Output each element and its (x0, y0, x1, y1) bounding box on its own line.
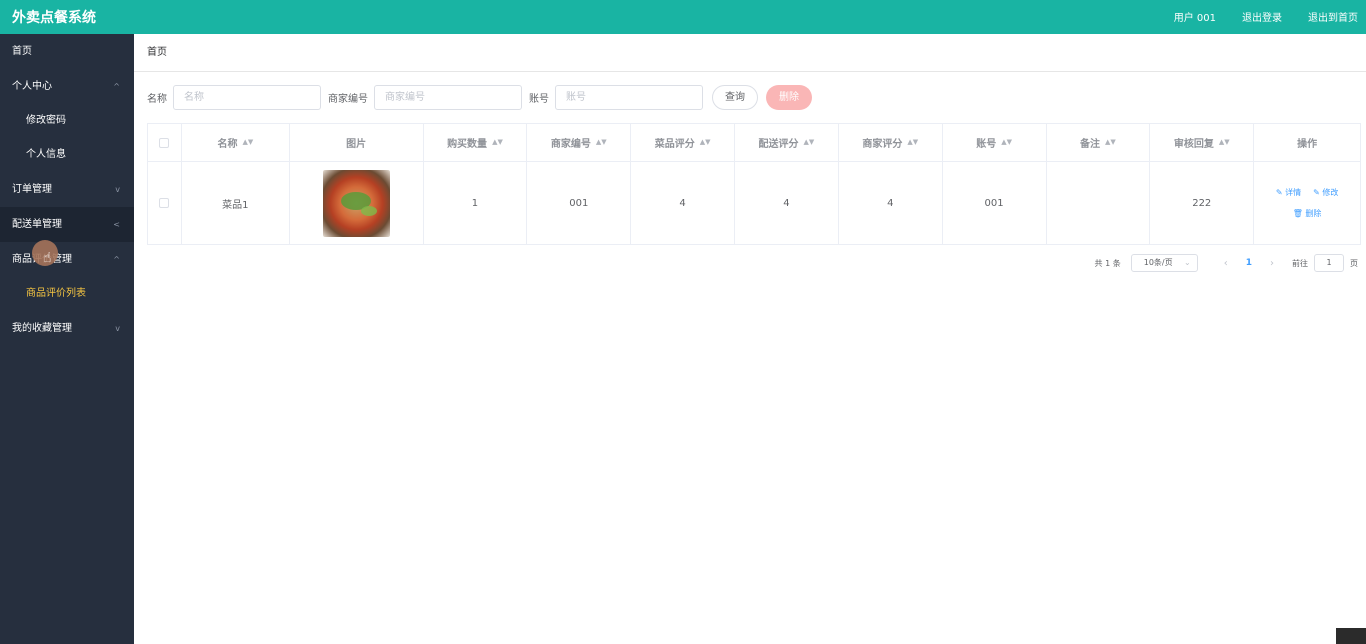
breadcrumb-home[interactable]: 首页 (147, 47, 167, 58)
merchant-filter-label: 商家编号 (328, 94, 368, 105)
col-ops: 操作 (1297, 139, 1318, 150)
goto-prefix: 前往 (1292, 258, 1308, 268)
col-delivery-score[interactable]: 配送评分 ▲▼ (735, 124, 839, 161)
col-name[interactable]: 名称 ▲▼ (182, 124, 290, 161)
detail-button[interactable]: ✎ 详情 (1276, 187, 1301, 198)
corner-widget (1336, 628, 1366, 644)
cell-merchant-no: 001 (527, 162, 632, 244)
top-bar: 外卖点餐系统 用户 001 退出登录 退出到首页 (0, 0, 1366, 34)
sidebar-item-delivery[interactable]: 配送单管理 < (0, 207, 134, 242)
sort-icon[interactable]: ▲▼ (1219, 139, 1230, 146)
cell-account: 001 (943, 162, 1047, 244)
name-filter-input[interactable]: 名称 (173, 85, 321, 110)
row-actions: ✎ 详情 ✎ 修改 🗑 删除 (1276, 187, 1339, 219)
merchant-filter-input[interactable]: 商家编号 (374, 85, 522, 110)
select-all-cell (148, 124, 182, 161)
cell-delivery-score: 4 (735, 162, 839, 244)
sidebar-item-change-password[interactable]: 修改密码 (0, 104, 134, 138)
col-account[interactable]: 账号 ▲▼ (943, 124, 1047, 161)
goto-suffix: 页 (1350, 258, 1358, 268)
prev-page-icon[interactable]: ‹ (1224, 258, 1228, 269)
col-merchant-score[interactable]: 商家评分 ▲▼ (839, 124, 943, 161)
select-all-checkbox[interactable] (159, 137, 170, 148)
sidebar-item-label: 首页 (12, 46, 32, 57)
hand-cursor-icon: ☝ (43, 250, 52, 266)
table-header: 名称 ▲▼ 图片 购买数量 ▲▼ 商家编号 ▲▼ 菜品评分 ▲▼ 配送评分 ▲▼ 商家评分… (148, 124, 1360, 162)
sidebar-item-personal-center[interactable]: 个人中心 ^ (0, 69, 134, 104)
top-links: 用户 001 退出登录 退出到首页 (1174, 9, 1358, 24)
sidebar-item-label: 修改密码 (26, 115, 66, 126)
cell-remark (1047, 162, 1151, 244)
row-checkbox[interactable] (159, 198, 170, 208)
cell-merchant-score: 4 (839, 162, 943, 244)
sort-icon[interactable]: ▲▼ (700, 139, 711, 146)
app-title: 外卖点餐系统 (12, 10, 96, 26)
sidebar-item-home[interactable]: 首页 (0, 34, 134, 69)
chevron-left-icon: < (113, 220, 120, 229)
sidebar-item-label: 商品评价列表 (26, 288, 86, 299)
name-filter-label: 名称 (147, 94, 167, 105)
batch-delete-button[interactable]: 删除 (766, 85, 812, 110)
sidebar-item-label: 订单管理 (12, 184, 52, 195)
col-remark[interactable]: 备注 ▲▼ (1047, 124, 1151, 161)
food-dish-image (322, 169, 390, 237)
sort-icon[interactable]: ▲▼ (596, 139, 607, 146)
sidebar-item-personal-info[interactable]: 个人信息 (0, 138, 134, 172)
col-image: 图片 (290, 124, 424, 161)
current-page[interactable]: 1 (1246, 258, 1252, 268)
col-dish-score[interactable]: 菜品评分 ▲▼ (631, 124, 736, 161)
col-reply[interactable]: 审核回复 ▲▼ (1150, 124, 1255, 161)
filter-row: 名称 名称 商家编号 商家编号 账号 账号 查询 删除 (147, 85, 812, 110)
sort-icon[interactable]: ▲▼ (242, 139, 253, 146)
chevron-down-icon: v (115, 185, 120, 194)
edit-button[interactable]: ✎ 修改 (1313, 187, 1338, 198)
pagination: 共 1 条 10条/页 ⌄ ‹ 1 › 前往 1 页 (1095, 254, 1358, 272)
table-row: 菜品1 1 001 4 4 4 001 222 ✎ 详情 ✎ 修改 🗑 删除 (148, 162, 1360, 244)
query-button[interactable]: 查询 (712, 85, 758, 110)
reviews-table: 名称 ▲▼ 图片 购买数量 ▲▼ 商家编号 ▲▼ 菜品评分 ▲▼ 配送评分 ▲▼ 商家评分… (147, 123, 1361, 245)
sidebar: 首页 个人中心^ 修改密码 个人信息 订单管理v 配送单管理< 商品评价管理^ … (0, 34, 134, 644)
exit-home-link[interactable]: 退出到首页 (1308, 9, 1358, 24)
sort-icon[interactable]: ▲▼ (907, 139, 918, 146)
sidebar-item-orders[interactable]: 订单管理 v (0, 172, 134, 207)
sort-icon[interactable]: ▲▼ (492, 139, 503, 146)
sort-icon[interactable]: ▲▼ (1001, 139, 1012, 146)
account-filter-label: 账号 (529, 94, 549, 105)
main-content: 首页 名称 名称 商家编号 商家编号 账号 账号 查询 删除 名称 ▲▼ 图片 购… (134, 34, 1366, 644)
page-size-select[interactable]: 10条/页 ⌄ (1130, 254, 1198, 272)
logout-link[interactable]: 退出登录 (1242, 9, 1282, 24)
total-count: 共 1 条 (1094, 258, 1121, 268)
account-filter-input[interactable]: 账号 (555, 85, 703, 110)
sidebar-item-reviews[interactable]: 商品评价管理^ (0, 242, 134, 277)
cell-image (290, 162, 424, 244)
trash-icon: 🗑 (1292, 209, 1303, 218)
delete-button[interactable]: 🗑 删除 (1293, 208, 1322, 219)
col-qty[interactable]: 购买数量 ▲▼ (424, 124, 528, 161)
row-select-cell (148, 162, 182, 244)
chevron-down-icon: ⌄ (1184, 258, 1191, 267)
sidebar-item-favorites[interactable]: 我的收藏管理 v (0, 311, 134, 346)
breadcrumb: 首页 (134, 34, 1366, 72)
cell-ops: ✎ 详情 ✎ 修改 🗑 删除 (1254, 162, 1360, 244)
sort-icon[interactable]: ▲▼ (1105, 139, 1116, 146)
cell-dish-score: 4 (631, 162, 736, 244)
chevron-up-icon: ^ (113, 82, 120, 91)
edit-icon: ✎ (1313, 188, 1320, 197)
goto-page-input[interactable]: 1 (1314, 254, 1344, 272)
chevron-up-icon: ^ (113, 255, 120, 264)
edit-icon: ✎ (1275, 188, 1283, 197)
sidebar-item-label: 配送单管理 (12, 219, 62, 230)
sidebar-item-label: 个人中心 (12, 81, 52, 92)
cell-name: 菜品1 (182, 162, 290, 244)
cell-qty: 1 (424, 162, 528, 244)
sidebar-item-label: 个人信息 (26, 149, 66, 160)
current-user-link[interactable]: 用户 001 (1174, 9, 1216, 24)
chevron-down-icon: v (115, 324, 120, 333)
col-merchant-no[interactable]: 商家编号 ▲▼ (527, 124, 632, 161)
sidebar-item-review-list[interactable]: 商品评价列表 (0, 277, 134, 311)
cell-reply: 222 (1150, 162, 1255, 244)
next-page-icon[interactable]: › (1270, 258, 1274, 269)
sort-icon[interactable]: ▲▼ (804, 139, 815, 146)
sidebar-item-label: 我的收藏管理 (12, 323, 72, 334)
